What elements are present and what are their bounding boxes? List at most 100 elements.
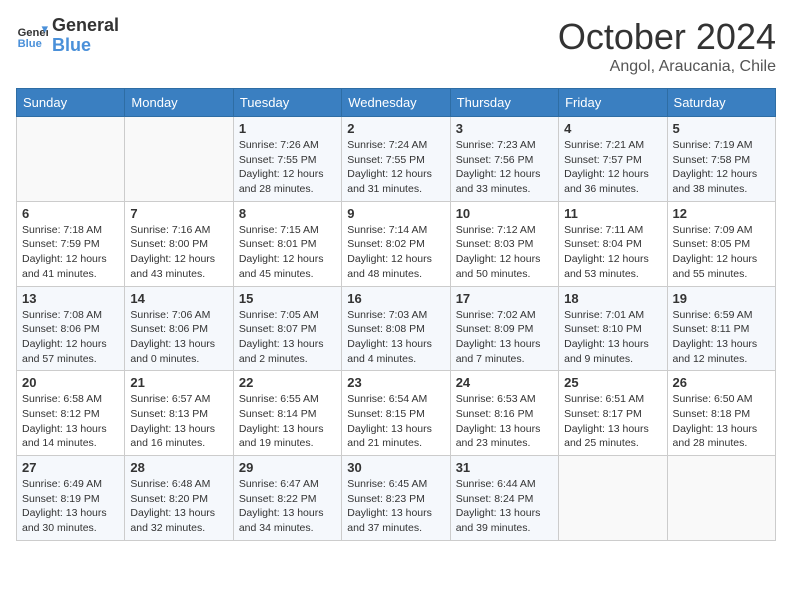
day-number: 20 bbox=[22, 375, 119, 390]
calendar-week-row: 27 Sunrise: 6:49 AM Sunset: 8:19 PM Dayli… bbox=[17, 456, 776, 541]
calendar-day-cell: 6Sunrise: 7:18 AM Sunset: 7:59 PM Daylig… bbox=[17, 201, 125, 286]
day-info: Sunrise: 7:02 AM Sunset: 8:09 PM Dayligh… bbox=[456, 308, 553, 367]
calendar-day-cell bbox=[17, 117, 125, 202]
calendar-table: SundayMondayTuesdayWednesdayThursdayFrid… bbox=[16, 88, 776, 541]
day-number: 31 bbox=[456, 460, 553, 475]
day-number: 21 bbox=[130, 375, 227, 390]
weekday-header: Monday bbox=[125, 89, 233, 117]
day-info: Sunrise: 7:26 AM Sunset: 7:55 PM Dayligh… bbox=[239, 138, 336, 197]
day-number: 15 bbox=[239, 291, 336, 306]
day-info: Sunrise: 7:01 AM Sunset: 8:10 PM Dayligh… bbox=[564, 308, 661, 367]
calendar-day-cell: 23 Sunrise: 6:54 AM Sunset: 8:15 PM Dayli… bbox=[342, 371, 450, 456]
calendar-day-cell: 14Sunrise: 7:06 AM Sunset: 8:06 PM Dayli… bbox=[125, 286, 233, 371]
day-info: Sunrise: 6:48 AM Sunset: 8:20 PM Dayligh… bbox=[130, 477, 227, 536]
calendar-day-cell bbox=[559, 456, 667, 541]
calendar-header: SundayMondayTuesdayWednesdayThursdayFrid… bbox=[17, 89, 776, 117]
weekday-row: SundayMondayTuesdayWednesdayThursdayFrid… bbox=[17, 89, 776, 117]
day-info: Sunrise: 6:51 AM Sunset: 8:17 PM Dayligh… bbox=[564, 392, 661, 451]
calendar-day-cell: 5 Sunrise: 7:19 AM Sunset: 7:58 PM Daylig… bbox=[667, 117, 775, 202]
calendar-week-row: 20 Sunrise: 6:58 AM Sunset: 8:12 PM Dayli… bbox=[17, 371, 776, 456]
logo: General Blue General Blue bbox=[16, 16, 119, 56]
weekday-header: Wednesday bbox=[342, 89, 450, 117]
day-number: 22 bbox=[239, 375, 336, 390]
title-block: October 2024 Angol, Araucania, Chile bbox=[558, 16, 776, 76]
day-number: 4 bbox=[564, 121, 661, 136]
calendar-day-cell: 3Sunrise: 7:23 AM Sunset: 7:56 PM Daylig… bbox=[450, 117, 558, 202]
logo-text: General Blue bbox=[52, 16, 119, 56]
calendar-day-cell: 26 Sunrise: 6:50 AM Sunset: 8:18 PM Dayli… bbox=[667, 371, 775, 456]
day-number: 13 bbox=[22, 291, 119, 306]
day-number: 24 bbox=[456, 375, 553, 390]
calendar-day-cell: 9 Sunrise: 7:14 AM Sunset: 8:02 PM Daylig… bbox=[342, 201, 450, 286]
day-number: 17 bbox=[456, 291, 553, 306]
day-info: Sunrise: 6:54 AM Sunset: 8:15 PM Dayligh… bbox=[347, 392, 444, 451]
day-info: Sunrise: 7:12 AM Sunset: 8:03 PM Dayligh… bbox=[456, 223, 553, 282]
calendar-week-row: 1 Sunrise: 7:26 AM Sunset: 7:55 PM Daylig… bbox=[17, 117, 776, 202]
day-number: 23 bbox=[347, 375, 444, 390]
calendar-week-row: 6Sunrise: 7:18 AM Sunset: 7:59 PM Daylig… bbox=[17, 201, 776, 286]
day-number: 9 bbox=[347, 206, 444, 221]
day-info: Sunrise: 7:19 AM Sunset: 7:58 PM Dayligh… bbox=[673, 138, 770, 197]
calendar-day-cell: 1 Sunrise: 7:26 AM Sunset: 7:55 PM Daylig… bbox=[233, 117, 341, 202]
day-number: 2 bbox=[347, 121, 444, 136]
day-info: Sunrise: 6:58 AM Sunset: 8:12 PM Dayligh… bbox=[22, 392, 119, 451]
day-number: 5 bbox=[673, 121, 770, 136]
day-info: Sunrise: 7:05 AM Sunset: 8:07 PM Dayligh… bbox=[239, 308, 336, 367]
day-info: Sunrise: 6:44 AM Sunset: 8:24 PM Dayligh… bbox=[456, 477, 553, 536]
day-info: Sunrise: 6:57 AM Sunset: 8:13 PM Dayligh… bbox=[130, 392, 227, 451]
page-header: General Blue General Blue October 2024 A… bbox=[16, 16, 776, 76]
svg-text:Blue: Blue bbox=[18, 38, 42, 50]
day-number: 11 bbox=[564, 206, 661, 221]
day-info: Sunrise: 6:53 AM Sunset: 8:16 PM Dayligh… bbox=[456, 392, 553, 451]
day-info: Sunrise: 7:15 AM Sunset: 8:01 PM Dayligh… bbox=[239, 223, 336, 282]
day-number: 12 bbox=[673, 206, 770, 221]
day-info: Sunrise: 7:03 AM Sunset: 8:08 PM Dayligh… bbox=[347, 308, 444, 367]
day-number: 8 bbox=[239, 206, 336, 221]
weekday-header: Saturday bbox=[667, 89, 775, 117]
calendar-week-row: 13Sunrise: 7:08 AM Sunset: 8:06 PM Dayli… bbox=[17, 286, 776, 371]
day-number: 19 bbox=[673, 291, 770, 306]
day-number: 7 bbox=[130, 206, 227, 221]
weekday-header: Thursday bbox=[450, 89, 558, 117]
day-info: Sunrise: 6:49 AM Sunset: 8:19 PM Dayligh… bbox=[22, 477, 119, 536]
calendar-day-cell: 24 Sunrise: 6:53 AM Sunset: 8:16 PM Dayli… bbox=[450, 371, 558, 456]
day-info: Sunrise: 7:09 AM Sunset: 8:05 PM Dayligh… bbox=[673, 223, 770, 282]
day-info: Sunrise: 7:11 AM Sunset: 8:04 PM Dayligh… bbox=[564, 223, 661, 282]
day-info: Sunrise: 7:23 AM Sunset: 7:56 PM Dayligh… bbox=[456, 138, 553, 197]
day-number: 6 bbox=[22, 206, 119, 221]
day-number: 30 bbox=[347, 460, 444, 475]
day-number: 29 bbox=[239, 460, 336, 475]
calendar-day-cell: 12 Sunrise: 7:09 AM Sunset: 8:05 PM Dayli… bbox=[667, 201, 775, 286]
day-number: 27 bbox=[22, 460, 119, 475]
day-number: 26 bbox=[673, 375, 770, 390]
day-info: Sunrise: 6:47 AM Sunset: 8:22 PM Dayligh… bbox=[239, 477, 336, 536]
calendar-day-cell: 25Sunrise: 6:51 AM Sunset: 8:17 PM Dayli… bbox=[559, 371, 667, 456]
calendar-day-cell: 31 Sunrise: 6:44 AM Sunset: 8:24 PM Dayli… bbox=[450, 456, 558, 541]
calendar-day-cell bbox=[125, 117, 233, 202]
calendar-day-cell bbox=[667, 456, 775, 541]
calendar-day-cell: 7Sunrise: 7:16 AM Sunset: 8:00 PM Daylig… bbox=[125, 201, 233, 286]
calendar-day-cell: 22 Sunrise: 6:55 AM Sunset: 8:14 PM Dayli… bbox=[233, 371, 341, 456]
day-number: 10 bbox=[456, 206, 553, 221]
calendar-day-cell: 19 Sunrise: 6:59 AM Sunset: 8:11 PM Dayli… bbox=[667, 286, 775, 371]
day-info: Sunrise: 6:59 AM Sunset: 8:11 PM Dayligh… bbox=[673, 308, 770, 367]
weekday-header: Tuesday bbox=[233, 89, 341, 117]
day-info: Sunrise: 7:14 AM Sunset: 8:02 PM Dayligh… bbox=[347, 223, 444, 282]
calendar-body: 1 Sunrise: 7:26 AM Sunset: 7:55 PM Daylig… bbox=[17, 117, 776, 541]
calendar-day-cell: 17 Sunrise: 7:02 AM Sunset: 8:09 PM Dayli… bbox=[450, 286, 558, 371]
calendar-day-cell: 30Sunrise: 6:45 AM Sunset: 8:23 PM Dayli… bbox=[342, 456, 450, 541]
calendar-day-cell: 29 Sunrise: 6:47 AM Sunset: 8:22 PM Dayli… bbox=[233, 456, 341, 541]
calendar-day-cell: 8 Sunrise: 7:15 AM Sunset: 8:01 PM Daylig… bbox=[233, 201, 341, 286]
calendar-day-cell: 10 Sunrise: 7:12 AM Sunset: 8:03 PM Dayli… bbox=[450, 201, 558, 286]
day-info: Sunrise: 6:55 AM Sunset: 8:14 PM Dayligh… bbox=[239, 392, 336, 451]
calendar-day-cell: 16Sunrise: 7:03 AM Sunset: 8:08 PM Dayli… bbox=[342, 286, 450, 371]
day-number: 1 bbox=[239, 121, 336, 136]
day-info: Sunrise: 6:50 AM Sunset: 8:18 PM Dayligh… bbox=[673, 392, 770, 451]
day-info: Sunrise: 7:06 AM Sunset: 8:06 PM Dayligh… bbox=[130, 308, 227, 367]
calendar-day-cell: 27 Sunrise: 6:49 AM Sunset: 8:19 PM Dayli… bbox=[17, 456, 125, 541]
calendar-day-cell: 28Sunrise: 6:48 AM Sunset: 8:20 PM Dayli… bbox=[125, 456, 233, 541]
location-subtitle: Angol, Araucania, Chile bbox=[558, 58, 776, 76]
day-info: Sunrise: 7:24 AM Sunset: 7:55 PM Dayligh… bbox=[347, 138, 444, 197]
calendar-day-cell: 4 Sunrise: 7:21 AM Sunset: 7:57 PM Daylig… bbox=[559, 117, 667, 202]
day-info: Sunrise: 7:21 AM Sunset: 7:57 PM Dayligh… bbox=[564, 138, 661, 197]
